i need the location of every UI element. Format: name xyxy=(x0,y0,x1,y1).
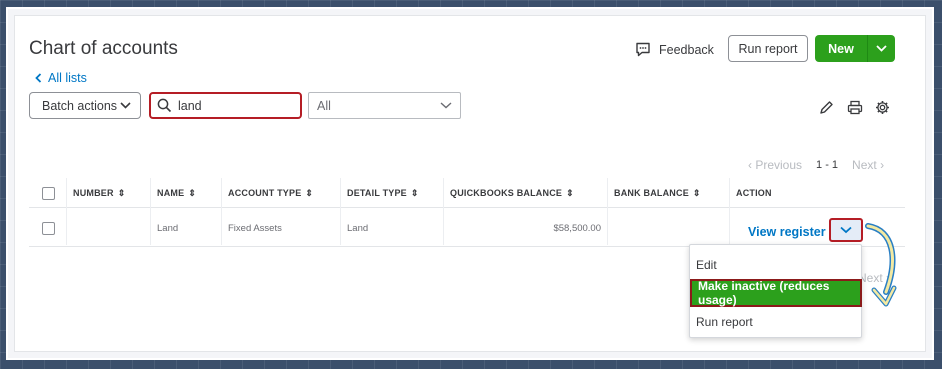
batch-actions-label: Batch actions xyxy=(42,98,118,113)
menu-item-run-report[interactable]: Run report xyxy=(696,315,753,329)
account-filter-select[interactable]: All xyxy=(308,92,461,119)
new-button[interactable]: New xyxy=(815,35,895,62)
column-header-detail-type[interactable]: DETAIL TYPE ⇕ xyxy=(340,178,443,208)
column-header-number[interactable]: NUMBER ⇕ xyxy=(66,178,150,208)
column-label: BANK BALANCE xyxy=(614,188,689,198)
all-lists-link[interactable]: All lists xyxy=(35,71,87,85)
view-register-link[interactable]: View register xyxy=(748,225,826,239)
column-header-name[interactable]: NAME ⇕ xyxy=(150,178,221,208)
sort-icon: ⇕ xyxy=(117,187,126,198)
new-dropdown-toggle[interactable] xyxy=(867,35,895,62)
cell-name: Land xyxy=(157,222,179,234)
sort-icon: ⇕ xyxy=(305,187,314,198)
feedback-label: Feedback xyxy=(659,42,714,57)
sort-icon: ⇕ xyxy=(566,187,574,198)
menu-item-make-inactive[interactable]: Make inactive (reduces usage) xyxy=(690,279,862,307)
next-label: Next xyxy=(852,158,877,172)
column-label: ACTION xyxy=(736,188,772,198)
cell-bank-balance xyxy=(607,209,729,247)
chevron-down-icon xyxy=(840,226,852,234)
select-all-checkbox[interactable] xyxy=(42,186,55,200)
chat-bubble-icon xyxy=(636,42,650,57)
select-all-cell xyxy=(35,178,65,208)
screenshot-frame: Chart of accounts All lists Feedback Run… xyxy=(6,7,934,360)
run-report-button[interactable]: Run report xyxy=(728,35,808,62)
column-label: NAME xyxy=(157,188,185,198)
previous-label: Previous xyxy=(755,158,803,172)
row-checkbox[interactable] xyxy=(42,221,55,235)
new-button-label[interactable]: New xyxy=(815,35,867,62)
previous-page-link[interactable]: ‹ Previous xyxy=(748,158,802,172)
menu-item-edit[interactable]: Edit xyxy=(696,258,717,272)
pencil-icon[interactable] xyxy=(819,100,834,115)
cell-account-type: Fixed Assets xyxy=(228,222,282,234)
column-header-account-type[interactable]: ACCOUNT TYPE ⇕ xyxy=(221,178,340,208)
row-action-dropdown-toggle[interactable] xyxy=(829,218,863,242)
pagination-top: ‹ Previous 1 - 1 Next › xyxy=(748,158,884,172)
sort-icon: ⇕ xyxy=(692,187,701,198)
page-range: 1 - 1 xyxy=(816,159,839,171)
chevron-down-icon xyxy=(120,102,131,109)
page-title: Chart of accounts xyxy=(29,38,178,59)
chevron-down-icon xyxy=(876,45,887,52)
column-header-action: ACTION xyxy=(729,178,905,208)
all-lists-label: All lists xyxy=(48,71,87,85)
batch-actions-dropdown[interactable]: Batch actions xyxy=(29,92,141,119)
search-icon xyxy=(157,98,172,113)
cell-number xyxy=(66,209,150,247)
feedback-button[interactable]: Feedback xyxy=(635,42,714,57)
row-action-menu: Edit Make inactive (reduces usage) Run r… xyxy=(689,244,862,338)
column-label: ACCOUNT TYPE xyxy=(228,188,302,198)
chevron-down-icon xyxy=(440,102,452,109)
column-header-bank-balance[interactable]: BANK BALANCE ⇕ xyxy=(607,178,729,208)
cell-quickbooks-balance: $58,500.00 xyxy=(553,222,601,234)
column-label: DETAIL TYPE xyxy=(347,188,407,198)
chart-of-accounts-panel: Chart of accounts All lists Feedback Run… xyxy=(14,15,926,352)
chevron-left-icon xyxy=(35,73,42,83)
column-header-quickbooks-balance[interactable]: QUICKBOOKS BALANCE ⇕ xyxy=(443,178,607,208)
search-value: land xyxy=(178,98,202,113)
annotation-arrow xyxy=(865,223,897,307)
filter-value: All xyxy=(317,98,331,113)
next-page-link[interactable]: Next › xyxy=(852,158,884,172)
column-label: QUICKBOOKS BALANCE xyxy=(450,188,563,198)
table-header: NUMBER ⇕ NAME ⇕ ACCOUNT TYPE ⇕ DETAIL TYPE ⇕… xyxy=(29,177,905,245)
column-label: NUMBER xyxy=(73,188,114,198)
sort-icon: ⇕ xyxy=(188,187,197,198)
sort-icon: ⇕ xyxy=(410,187,419,198)
gear-icon[interactable] xyxy=(875,100,890,115)
row-select-cell xyxy=(35,209,65,247)
printer-icon[interactable] xyxy=(847,100,863,115)
cell-detail-type: Land xyxy=(347,222,369,234)
search-input[interactable]: land xyxy=(149,92,302,119)
